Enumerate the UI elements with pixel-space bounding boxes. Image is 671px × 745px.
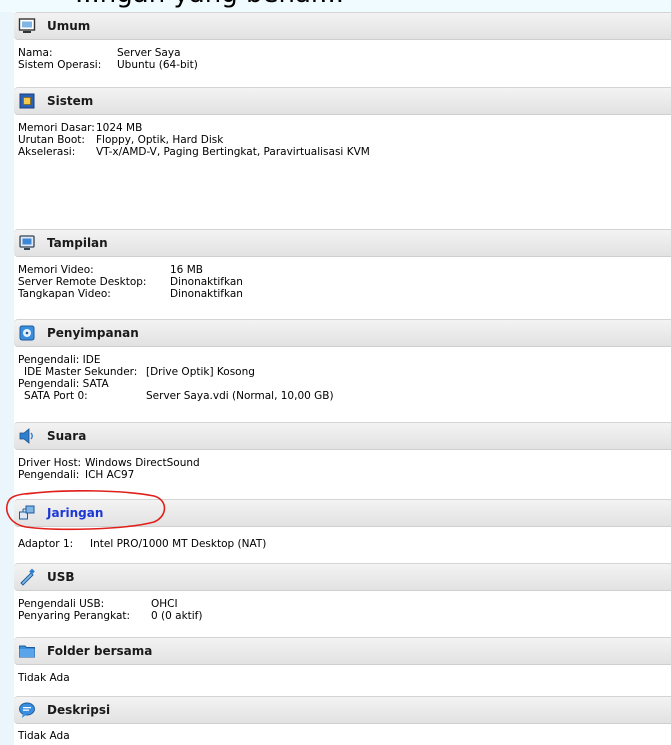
details-pane: Umum Nama: Server Saya Sistem Operasi: U… <box>14 12 671 745</box>
row-label: Tidak Ada <box>18 672 70 684</box>
chip-icon <box>19 93 35 109</box>
row-value: Dinonaktifkan <box>170 288 243 300</box>
section-title-display: Tampilan <box>47 236 108 250</box>
section-header-usb[interactable]: USB <box>14 563 671 591</box>
usb-icon <box>20 568 35 586</box>
monitor-icon <box>18 18 36 33</box>
row-value: 0 (0 aktif) <box>151 610 203 622</box>
row-controller-sata: Pengendali: SATA <box>18 378 109 390</box>
row-label: Pengendali USB: <box>18 598 105 610</box>
row-label: Server Remote Desktop: <box>18 276 147 288</box>
row-label: IDE Master Sekunder: <box>24 366 138 378</box>
row-label: Memori Dasar: <box>18 122 95 134</box>
section-title-shared-folders: Folder bersama <box>47 644 153 658</box>
row-shared-none: Tidak Ada <box>18 672 70 684</box>
row-description-none: Tidak Ada <box>18 730 70 742</box>
row-label: Pengendali: SATA <box>18 378 109 390</box>
section-header-system[interactable]: Sistem <box>14 87 671 115</box>
speaker-icon <box>19 428 33 444</box>
row-value: Intel PRO/1000 MT Desktop (NAT) <box>90 538 267 550</box>
row-label: Pengendali: <box>18 469 80 481</box>
row-value: OHCI <box>151 598 178 610</box>
row-label: Sistem Operasi: <box>18 59 102 71</box>
row-value: 1024 MB <box>96 122 143 134</box>
row-label: Adaptor 1: <box>18 538 74 550</box>
row-value: [Drive Optik] Kosong <box>146 366 255 378</box>
row-ide-secondary-master: IDE Master Sekunder: [Drive Optik] Koson… <box>24 366 255 378</box>
row-label: Tangkapan Video: <box>18 288 111 300</box>
section-title-network: Jaringan <box>47 506 104 520</box>
row-acceleration: Akselerasi: VT-x/AMD-V, Paging Bertingka… <box>18 146 370 158</box>
row-label: Akselerasi: <box>18 146 76 158</box>
row-value: Ubuntu (64-bit) <box>117 59 198 71</box>
banner-text: ...ngan yang benar... <box>75 0 344 9</box>
row-value: Server Saya <box>117 47 181 59</box>
row-value: Dinonaktifkan <box>170 276 243 288</box>
folder-icon <box>19 645 35 658</box>
row-usb-controller: Pengendali USB: OHCI <box>18 598 178 610</box>
left-panel-edge <box>0 12 14 745</box>
section-header-network[interactable]: Jaringan <box>14 499 671 527</box>
row-label: SATA Port 0: <box>24 390 88 402</box>
section-title-general: Umum <box>47 19 91 33</box>
row-host-driver: Driver Host: Windows DirectSound <box>18 457 200 469</box>
network-icon <box>19 505 35 520</box>
section-title-storage: Penyimpanan <box>47 326 139 340</box>
section-header-display[interactable]: Tampilan <box>14 229 671 257</box>
top-banner: ...ngan yang benar... <box>0 0 671 12</box>
section-header-storage[interactable]: Penyimpanan <box>14 319 671 347</box>
row-audio-controller: Pengendali: ICH AC97 <box>18 469 134 481</box>
section-title-system: Sistem <box>47 94 94 108</box>
row-os: Sistem Operasi: Ubuntu (64-bit) <box>18 59 198 71</box>
row-label: Driver Host: <box>18 457 82 469</box>
row-label: Tidak Ada <box>18 730 70 742</box>
section-title-description: Deskripsi <box>47 703 111 717</box>
row-value: Server Saya.vdi (Normal, 10,00 GB) <box>146 390 334 402</box>
row-sata-port-0: SATA Port 0: Server Saya.vdi (Normal, 10… <box>24 390 334 402</box>
row-controller-ide: Pengendali: IDE <box>18 354 100 366</box>
row-video-memory: Memori Video: 16 MB <box>18 264 203 276</box>
row-label: Urutan Boot: <box>18 134 85 146</box>
row-device-filters: Penyaring Perangkat: 0 (0 aktif) <box>18 610 202 622</box>
row-adapter-1: Adaptor 1: Intel PRO/1000 MT Desktop (NA… <box>18 538 266 550</box>
row-remote-desktop: Server Remote Desktop: Dinonaktifkan <box>18 276 243 288</box>
section-header-description[interactable]: Deskripsi <box>14 696 671 724</box>
storage-icon <box>19 325 35 341</box>
section-title-audio: Suara <box>47 429 87 443</box>
section-header-audio[interactable]: Suara <box>14 422 671 450</box>
row-video-capture: Tangkapan Video: Dinonaktifkan <box>18 288 243 300</box>
row-name: Nama: Server Saya <box>18 47 181 59</box>
section-header-shared-folders[interactable]: Folder bersama <box>14 637 671 665</box>
row-value: ICH AC97 <box>85 469 135 481</box>
row-value: VT-x/AMD-V, Paging Bertingkat, Paravirtu… <box>96 146 370 158</box>
speech-bubble-icon <box>19 702 35 718</box>
row-base-memory: Memori Dasar: 1024 MB <box>18 122 142 134</box>
row-value: 16 MB <box>170 264 203 276</box>
display-icon <box>19 235 35 250</box>
row-boot-order: Urutan Boot: Floppy, Optik, Hard Disk <box>18 134 223 146</box>
row-label: Pengendali: IDE <box>18 354 101 366</box>
section-header-general[interactable]: Umum <box>14 12 671 40</box>
row-label: Nama: <box>18 47 53 59</box>
row-value: Windows DirectSound <box>85 457 200 469</box>
row-label: Memori Video: <box>18 264 94 276</box>
section-title-usb: USB <box>47 570 75 584</box>
row-value: Floppy, Optik, Hard Disk <box>96 134 224 146</box>
row-label: Penyaring Perangkat: <box>18 610 131 622</box>
